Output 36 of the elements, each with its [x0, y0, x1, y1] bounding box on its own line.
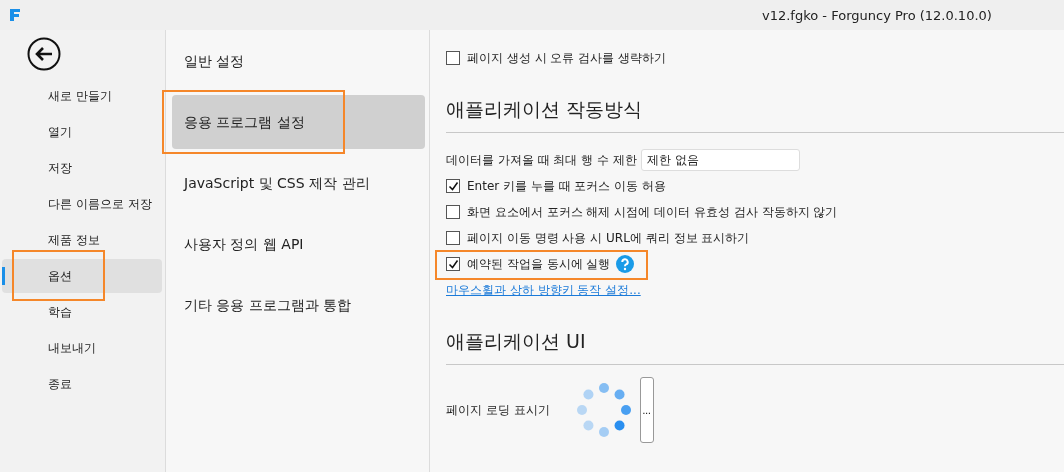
checkbox-label: 화면 요소에서 포커스 해제 시점에 데이터 유효성 검사 작동하지 않기 — [467, 203, 838, 221]
checkbox-label: Enter 키를 누를 때 포커스 이동 허용 — [467, 177, 667, 195]
checkbox[interactable] — [446, 179, 460, 193]
checkbox-label: 페이지 이동 명령 사용 시 URL에 쿼리 정보 표시하기 — [467, 229, 750, 247]
settings-link[interactable]: 마우스휠과 상하 방향키 동작 설정... — [446, 281, 641, 299]
sidebar-item[interactable]: 학습 — [2, 295, 162, 329]
category-item[interactable]: JavaScript 및 CSS 제작 관리 — [172, 156, 425, 210]
more-button[interactable]: ... — [639, 377, 654, 443]
checkbox-label: 예약된 작업을 동시에 실행 — [467, 255, 611, 273]
sidebar-item[interactable]: 저장 — [2, 151, 162, 185]
loader-label: 페이지 로딩 표시기 — [446, 401, 550, 419]
checkbox[interactable] — [446, 231, 460, 245]
back-icon[interactable] — [27, 36, 61, 71]
checkbox[interactable] — [446, 205, 460, 219]
category-item[interactable]: 사용자 정의 웹 API — [172, 217, 425, 271]
sidebar-item[interactable]: 다른 이름으로 저장 — [2, 187, 162, 221]
category-item[interactable]: 응용 프로그램 설정 — [172, 95, 425, 149]
section-heading: 애플리케이션 UI — [446, 329, 586, 354]
help-icon[interactable] — [616, 255, 635, 273]
field-label: 데이터를 가져올 때 최대 행 수 제한 — [446, 151, 637, 169]
section-heading: 애플리케이션 작동방식 — [446, 97, 643, 122]
sidebar-item[interactable]: 제품 정보 — [2, 223, 162, 257]
sidebar-item[interactable]: 옵션 — [2, 259, 162, 293]
window-title: v12.fgko - Forguncy Pro (12.0.10.0) — [762, 7, 992, 23]
checkbox-label: 페이지 생성 시 오류 검사를 생략하기 — [467, 49, 667, 67]
spinner-icon — [575, 382, 632, 438]
sidebar-item[interactable]: 열기 — [2, 115, 162, 149]
logo-icon — [9, 8, 21, 22]
category-item[interactable]: 기타 응용 프로그램과 통합 — [172, 278, 425, 332]
sidebar-item[interactable]: 새로 만들기 — [2, 79, 162, 113]
checkbox[interactable] — [446, 257, 460, 271]
sidebar-item[interactable]: 내보내기 — [2, 331, 162, 365]
checkbox[interactable] — [446, 51, 460, 65]
category-item[interactable]: 일반 설정 — [172, 34, 425, 88]
input-field[interactable]: 제한 없음 — [640, 149, 800, 171]
sidebar-item[interactable]: 종료 — [2, 367, 162, 401]
